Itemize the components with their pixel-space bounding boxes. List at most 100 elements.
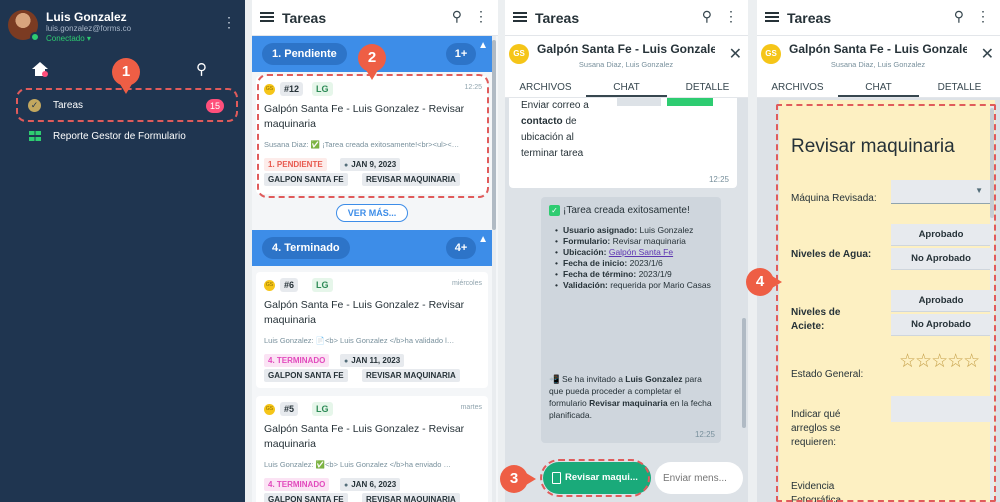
chevron-up-icon[interactable]: ▲: [478, 234, 488, 245]
form-icon: [552, 472, 561, 484]
task-card[interactable]: GS #5 LG martes Galpón Santa Fe - Luis G…: [256, 396, 488, 502]
chat-header: GS Galpón Santa Fe - Luis Gonzalez - Rev…: [505, 36, 748, 80]
field-label: Estado General:: [791, 369, 864, 380]
sidebar-item-label: Tareas: [53, 100, 84, 111]
chat-header: GS Galpón Santa Fe - Luis Gonzalez - Rev…: [757, 36, 1000, 80]
status-dropdown[interactable]: Conectado ▾: [46, 34, 91, 43]
tab-detalle[interactable]: DETALLE: [667, 82, 748, 93]
assignee-badge: LG: [312, 402, 333, 416]
button-remnant: [617, 98, 661, 106]
form-tag: REVISAR MAQUINARIA: [362, 369, 460, 382]
tab-chat[interactable]: CHAT: [586, 82, 667, 97]
top-bar: Tareas ⚲ ⋮: [505, 0, 748, 36]
scrollbar[interactable]: [742, 318, 746, 428]
chat-title: Galpón Santa Fe - Luis Gonzalez - Revisa…: [789, 42, 967, 56]
more-options-icon[interactable]: ⋮: [474, 8, 488, 25]
avatar: GS: [509, 44, 529, 64]
location-tag: GALPON SANTA FE: [264, 369, 348, 382]
task-preview: Susana Diaz: ✅ ¡Tarea creada exitosament…: [264, 140, 460, 149]
message-input[interactable]: [655, 462, 743, 494]
list-item: Ubicación: Galpón Santa Fe: [555, 247, 715, 258]
tab-detalle[interactable]: DETALLE: [919, 82, 1000, 93]
aceite-aprobado-option[interactable]: Aprobado: [891, 290, 991, 312]
close-icon[interactable]: ✕: [981, 44, 994, 64]
avatar: GS: [264, 280, 275, 291]
maquina-select[interactable]: [891, 180, 991, 204]
see-more-button[interactable]: VER MÁS...: [336, 204, 408, 222]
open-form-button[interactable]: Revisar maqui...: [543, 462, 651, 494]
arreglos-input[interactable]: [891, 396, 991, 422]
chevron-up-icon[interactable]: ▲: [478, 40, 488, 51]
marker-pointer: [366, 70, 378, 80]
field-label: Máquina Revisada:: [791, 193, 877, 204]
tasks-count-badge: 15: [206, 99, 224, 113]
date-badge: JAN 9, 2023: [340, 158, 401, 171]
user-name: Luis Gonzalez: [46, 10, 127, 24]
chat-tabs: ARCHIVOS CHAT DETALLE: [757, 80, 1000, 98]
task-preview: Luis Gonzalez: 📄<b> Luis Gonzalez </b>ha…: [264, 336, 455, 345]
scrollbar[interactable]: [990, 108, 994, 218]
agua-aprobado-option[interactable]: Aprobado: [891, 224, 991, 246]
tab-archivos[interactable]: ARCHIVOS: [505, 82, 586, 93]
tab-archivos[interactable]: ARCHIVOS: [757, 82, 838, 93]
menu-icon[interactable]: [260, 12, 274, 22]
home-icon[interactable]: [32, 62, 48, 78]
task-number: #12: [280, 82, 304, 96]
more-options-icon[interactable]: ⋮: [976, 8, 990, 25]
menu-icon[interactable]: [765, 12, 779, 22]
group-label: 4. Terminado: [262, 237, 350, 259]
task-title: Galpón Santa Fe - Luis Gonzalez - Revisa…: [264, 299, 465, 326]
more-options-icon[interactable]: ⋮: [222, 14, 236, 31]
page-title: Tareas: [787, 10, 832, 26]
group-header-terminado[interactable]: 4. Terminado 4+ ▲: [252, 230, 492, 266]
search-icon[interactable]: ⚲: [452, 8, 462, 25]
scrollbar[interactable]: [492, 40, 496, 230]
check-icon: ✓: [549, 205, 560, 216]
chat-title: Galpón Santa Fe - Luis Gonzalez - Revisa…: [537, 42, 715, 56]
task-time: 12:25: [464, 84, 482, 91]
aceite-no-aprobado-option[interactable]: No Aprobado: [891, 314, 991, 336]
message-time: 12:25: [708, 175, 729, 184]
location-link[interactable]: Galpón Santa Fe: [609, 247, 673, 257]
annotation-marker-4: 4: [746, 268, 774, 296]
search-icon[interactable]: ⚲: [196, 60, 207, 78]
sidebar-item-reporte[interactable]: Reporte Gestor de Formulario: [20, 128, 234, 148]
task-detail-list: Usuario asignado: Luis Gonzalez Formular…: [555, 225, 715, 291]
form-tag: REVISAR MAQUINARIA: [362, 173, 460, 186]
date-badge: JAN 6, 2023: [340, 478, 401, 491]
agua-no-aprobado-option[interactable]: No Aprobado: [891, 248, 991, 270]
user-email: luis.gonzalez@forms.co: [46, 24, 132, 33]
location-tag: GALPON SANTA FE: [264, 493, 348, 502]
list-item: Validación: requerida por Mario Casas: [555, 280, 715, 291]
tab-chat[interactable]: CHAT: [838, 82, 919, 97]
chat-participants: Susana Diaz, Luis Gonzalez: [830, 60, 926, 69]
task-time: martes: [460, 404, 482, 411]
menu-icon[interactable]: [513, 12, 527, 22]
annotation-marker-3: 3: [500, 465, 528, 493]
close-icon[interactable]: ✕: [729, 44, 742, 64]
field-label: Evidencia Fotográfica: [791, 481, 842, 502]
avatar: GS: [264, 404, 275, 415]
assignee-badge: LG: [312, 82, 333, 96]
button-remnant: [667, 98, 713, 106]
more-options-icon[interactable]: ⋮: [724, 8, 738, 25]
star-rating[interactable]: ☆☆☆☆☆: [899, 350, 980, 373]
task-card[interactable]: GS #6 LG miércoles Galpón Santa Fe - Lui…: [256, 272, 488, 388]
chat-participants: Susana Diaz, Luis Gonzalez: [578, 60, 674, 69]
avatar: GS: [264, 84, 275, 95]
group-count: 1+: [446, 43, 476, 65]
search-icon[interactable]: ⚲: [954, 8, 964, 25]
marker-pointer: [526, 473, 536, 485]
status-badge: 4. TERMINADO: [264, 354, 330, 367]
status-badge: 1. PENDIENTE: [264, 158, 327, 171]
list-item: Formulario: Revisar maquinaria: [555, 236, 715, 247]
list-item: Usuario asignado: Luis Gonzalez: [555, 225, 715, 236]
user-profile[interactable]: Luis Gonzalez luis.gonzalez@forms.co Con…: [8, 8, 238, 44]
message-text: Enviar correo a contacto de ubicación al…: [521, 100, 589, 159]
task-card[interactable]: GS #12 LG 12:25 Galpón Santa Fe - Luis G…: [256, 76, 488, 194]
sidebar-item-tareas[interactable]: ✓ Tareas 15: [20, 92, 234, 120]
form-tag: REVISAR MAQUINARIA: [362, 493, 460, 502]
status-badge: 4. TERMINADO: [264, 478, 330, 491]
search-icon[interactable]: ⚲: [702, 8, 712, 25]
task-created-message: ✓¡Tarea creada exitosamente! Usuario asi…: [541, 197, 721, 443]
